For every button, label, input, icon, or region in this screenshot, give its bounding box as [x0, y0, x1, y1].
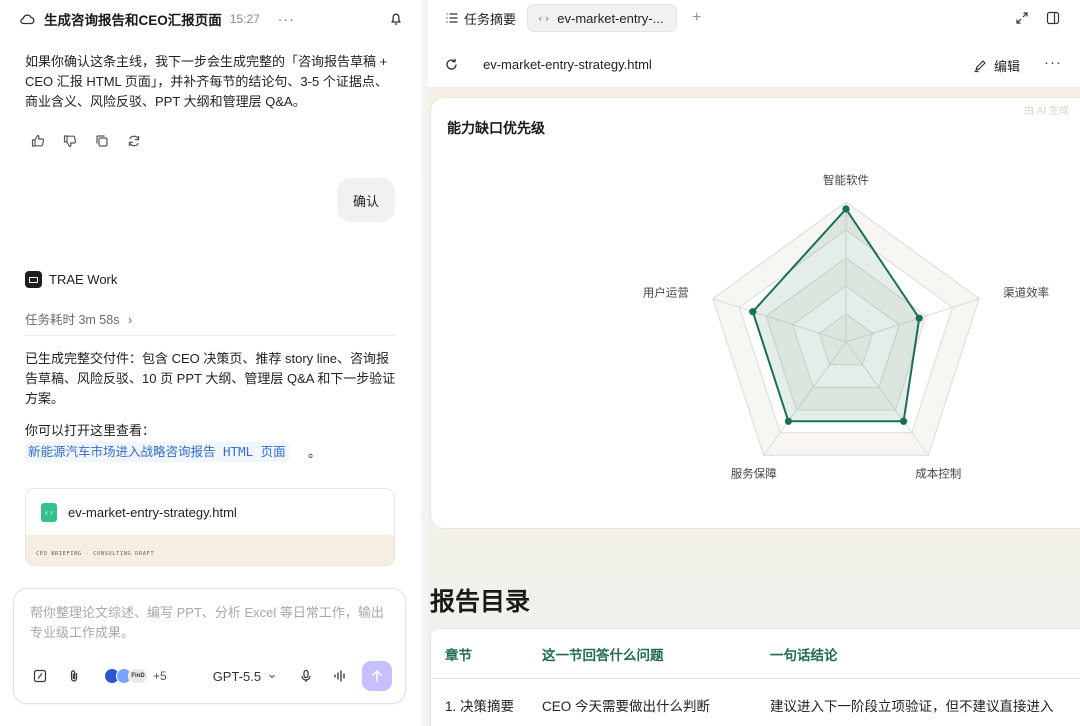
tab-html-file[interactable]: ‹› ev-market-entry-...	[527, 4, 678, 32]
radar-axis-label: 成本控制	[915, 466, 961, 480]
radar-data-point	[915, 314, 923, 322]
more-apps-count: +5	[153, 669, 167, 683]
radar-axis-label: 用户运营	[643, 286, 689, 300]
user-message: 确认	[337, 178, 395, 222]
report-page: 能力缺口优先级 由 AI 生成 智能软件 渠道效率 成本控制 服务保障 用户运营 报告目…	[428, 87, 1080, 726]
file-name: ev-market-entry-strategy.html	[68, 504, 237, 520]
radar-chart-card: 能力缺口优先级 由 AI 生成 智能软件 渠道效率 成本控制 服务保障 用户运营	[430, 97, 1080, 529]
more-menu-button[interactable]: ···	[1044, 54, 1062, 71]
toc-heading: 报告目录	[430, 588, 531, 616]
chat-panel: 生成咨询报告和CEO汇报页面 15:27 ··· 如果你确认这条主线，我下一步会…	[0, 0, 421, 726]
radar-data-point	[842, 205, 850, 213]
radar-data-point	[900, 417, 908, 425]
reload-icon[interactable]	[444, 57, 459, 72]
table-header-cell: 一句话结论	[770, 647, 838, 663]
chat-input[interactable]: 帮你整理论文综述、编写 PPT、分析 Excel 等日常工作，输出专业级工作成果…	[13, 588, 406, 704]
trae-logo-icon	[25, 271, 42, 288]
regenerate-icon[interactable]	[126, 133, 142, 149]
list-icon	[445, 11, 459, 25]
pin-icon[interactable]	[388, 11, 404, 27]
edit-label: 编辑	[993, 59, 1020, 74]
assistant-message-summary: 已生成完整交付件：包含 CEO 决策页、推荐 story line、咨询报告草稿…	[25, 351, 396, 406]
new-tab-button[interactable]: +	[692, 9, 701, 27]
table-header-cell: 这一节回答什么问题	[542, 647, 664, 663]
address-bar: ev-market-entry-strategy.html 编辑 ···	[428, 44, 1080, 84]
attach-file-icon[interactable]	[32, 668, 48, 684]
chat-title: 生成咨询报告和CEO汇报页面	[44, 13, 222, 28]
task-duration[interactable]: 任务耗时 3m 58s ›	[25, 309, 132, 328]
thumbs-up-icon[interactable]	[30, 133, 46, 149]
file-preview: CEO BRIEFING · CONSULTING DRAFT 新能源汽车市场进…	[26, 535, 394, 565]
tab-bar: 任务摘要 ‹› ev-market-entry-... +	[428, 0, 1080, 36]
chat-more-button[interactable]: ···	[278, 11, 295, 27]
model-name: GPT-5.5	[212, 668, 262, 684]
tab-html-file-label: ev-market-entry-...	[557, 10, 664, 26]
link-suffix: 。	[308, 445, 322, 460]
report-link[interactable]: 新能源汽车市场进入战略咨询报告 HTML 页面	[25, 442, 289, 462]
paperclip-icon[interactable]	[66, 668, 82, 684]
agent-name: TRAE Work	[49, 272, 118, 287]
radar-axis-label: 智能软件	[823, 173, 869, 187]
code-icon: ‹›	[537, 11, 551, 25]
table-cell: 建议进入下一阶段立项验证，但不建议直接进入	[770, 698, 1054, 714]
cloud-icon	[19, 11, 35, 27]
divider	[25, 335, 395, 336]
chat-header: 生成咨询报告和CEO汇报页面 15:27 ···	[0, 0, 421, 38]
app-icon-find: FinD	[128, 668, 148, 684]
chevron-right-icon: ›	[127, 313, 133, 327]
table-header-row: 章节 这一节回答什么问题 一句话结论	[431, 629, 1080, 679]
radar-axis-label: 服务保障	[731, 466, 777, 480]
radar-axis-label: 渠道效率	[1003, 286, 1049, 300]
task-duration-label: 任务耗时 3m 58s	[25, 313, 120, 327]
table-row: 1. 决策摘要 CEO 今天需要做出什么判断 建议进入下一阶段立项验证，但不建议…	[431, 679, 1080, 726]
tab-task-summary[interactable]: 任务摘要	[445, 9, 516, 28]
agent-header: TRAE Work	[25, 271, 117, 288]
expand-icon[interactable]	[1014, 10, 1030, 26]
table-cell: 1. 决策摘要	[445, 698, 515, 714]
assistant-message: 如果你确认这条主线，我下一步会生成完整的「咨询报告草稿 + CEO 汇报 HTM…	[25, 54, 388, 109]
connected-apps[interactable]: FinD +5	[104, 668, 167, 684]
chat-input-placeholder: 帮你整理论文综述、编写 PPT、分析 Excel 等日常工作，输出专业级工作成果…	[30, 605, 384, 640]
send-button[interactable]	[362, 661, 393, 691]
table-cell: CEO 今天需要做出什么判断	[542, 698, 711, 714]
radar-data-point	[784, 417, 792, 425]
toc-table: 章节 这一节回答什么问题 一句话结论 1. 决策摘要 CEO 今天需要做出什么判…	[430, 628, 1080, 726]
pen-icon	[973, 58, 988, 73]
input-toolbar: FinD +5 GPT-5.5	[32, 661, 395, 691]
edit-button[interactable]: 编辑	[973, 56, 1020, 75]
file-card[interactable]: ‹› ev-market-entry-strategy.html CEO BRI…	[25, 488, 395, 566]
radar-data-point	[749, 308, 757, 316]
preview-tag: CEO BRIEFING · CONSULTING DRAFT	[36, 551, 155, 557]
panel-toggle-icon[interactable]	[1045, 10, 1061, 26]
copy-icon[interactable]	[94, 133, 110, 149]
chevron-down-icon	[268, 672, 276, 680]
preview-panel: 任务摘要 ‹› ev-market-entry-... + ev-market-…	[428, 0, 1080, 726]
voice-wave-icon[interactable]	[332, 668, 348, 684]
message-actions	[30, 133, 142, 149]
table-header-cell: 章节	[445, 647, 472, 663]
radar-chart: 智能软件渠道效率成本控制 服务保障 用户运营	[643, 173, 1049, 480]
preview-title: 新能源汽车市场进入战略	[36, 558, 289, 565]
tab-task-summary-label: 任务摘要	[464, 11, 517, 27]
page-url: ev-market-entry-strategy.html	[483, 56, 652, 72]
model-selector[interactable]: GPT-5.5	[213, 669, 276, 684]
html-file-icon: ‹›	[41, 502, 57, 522]
chat-time: 15:27	[229, 12, 260, 26]
microphone-icon[interactable]	[298, 668, 314, 684]
assistant-message-hint: 你可以打开这里查看：	[25, 423, 156, 438]
thumbs-down-icon[interactable]	[62, 133, 78, 149]
